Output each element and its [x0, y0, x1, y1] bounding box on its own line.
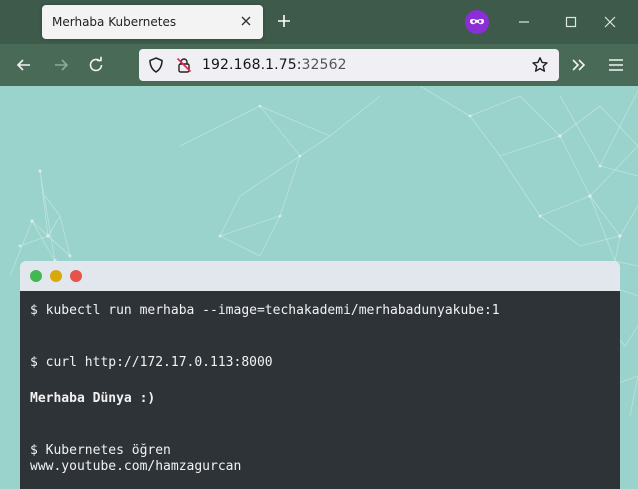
forward-icon[interactable]: [51, 55, 71, 75]
url-bar[interactable]: 192.168.1.75:32562: [139, 49, 559, 81]
green-dot-icon: [30, 270, 42, 282]
plus-icon[interactable]: [275, 12, 293, 30]
close-window-icon[interactable]: [601, 13, 619, 31]
terminal-line-command-curl: $ curl http://172.17.0.113:8000: [30, 355, 273, 370]
url-host: 192.168.1.75:: [202, 57, 302, 73]
menu-icon[interactable]: [606, 55, 626, 75]
tab-title: Merhaba Kubernetes: [52, 15, 177, 29]
terminal-line-youtube: www.youtube.com/hamzagurcan: [30, 459, 242, 474]
shield-icon[interactable]: [147, 56, 165, 74]
reload-icon[interactable]: [86, 55, 106, 75]
yellow-dot-icon: [50, 270, 62, 282]
terminal-line-output: Merhaba Dünya :): [30, 391, 156, 406]
red-dot-icon: [70, 270, 82, 282]
active-tab[interactable]: Merhaba Kubernetes: [42, 5, 263, 39]
insecure-lock-icon[interactable]: [175, 56, 193, 74]
url-text[interactable]: 192.168.1.75:32562: [202, 57, 347, 73]
overflow-chevrons-icon[interactable]: [569, 55, 589, 75]
terminal-line-kubernetes: $ Kubernetes öğren: [30, 443, 171, 458]
private-browsing-icon: [465, 10, 489, 34]
nav-toolbar: 192.168.1.75:32562: [0, 44, 638, 86]
minimize-icon[interactable]: [515, 13, 533, 31]
terminal-line-command-run: $ kubectl run merhaba --image=techakadem…: [30, 303, 500, 318]
maximize-icon[interactable]: [562, 13, 580, 31]
page-content: $ kubectl run merhaba --image=techakadem…: [0, 86, 638, 489]
back-icon[interactable]: [14, 55, 34, 75]
url-port: 32562: [301, 57, 347, 73]
bookmark-star-icon[interactable]: [531, 56, 549, 74]
close-icon[interactable]: [239, 14, 253, 28]
terminal-titlebar: [20, 261, 620, 291]
terminal-body: $ kubectl run merhaba --image=techakadem…: [20, 291, 620, 489]
terminal-window: $ kubectl run merhaba --image=techakadem…: [20, 261, 620, 489]
tab-strip: Merhaba Kubernetes: [0, 0, 638, 44]
